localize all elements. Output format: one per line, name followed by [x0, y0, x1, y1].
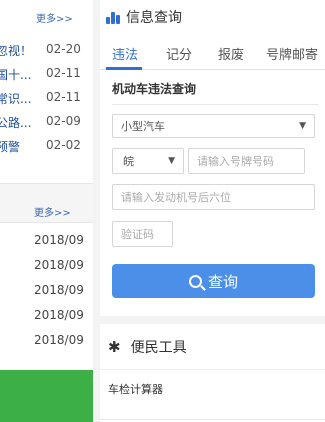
search-icon: [188, 274, 202, 288]
vehicle-type-select[interactable]: 小型汽车 ▼: [112, 114, 315, 138]
bar-chart-icon: [106, 10, 122, 24]
query-button-label: 查询: [207, 272, 238, 291]
panel-title: 信息查询: [126, 10, 182, 26]
notice-date: 2018/09: [34, 308, 84, 322]
news-date: 02-11: [46, 90, 81, 104]
news-date: 02-02: [46, 138, 81, 152]
form-title: 机动车违法查询: [112, 82, 197, 96]
news-date: 02-11: [46, 66, 81, 80]
news-item[interactable]: 预警 02-02: [0, 134, 93, 158]
page: 更多>> 忽视！ 02-20 国十... 02-11 常识... 02-11 公…: [0, 0, 325, 422]
chevron-down-icon: ▼: [168, 156, 175, 166]
news-title[interactable]: 国十...: [0, 66, 31, 83]
more-link-notices[interactable]: 更多>>: [34, 204, 71, 219]
tools-header: ✱ 便民工具: [100, 324, 325, 370]
tab-violation[interactable]: 违法: [112, 44, 138, 63]
notice-list: 2018/09 2018/09 2018/09 2018/09 2018/09: [0, 230, 93, 355]
tools-panel: ✱ 便民工具 车检计算器: [100, 324, 325, 422]
notice-date: 2018/09: [34, 333, 84, 347]
news-item[interactable]: 国十... 02-11: [0, 62, 93, 86]
news-title[interactable]: 忽视！: [0, 42, 32, 59]
news-list: 忽视！ 02-20 国十... 02-11 常识... 02-11 公路... …: [0, 38, 93, 158]
news-title[interactable]: 预警: [0, 138, 20, 155]
plate-number-placeholder: 请输入号牌号码: [197, 155, 274, 168]
query-button[interactable]: 查询: [112, 264, 315, 298]
green-banner[interactable]: [0, 370, 93, 422]
divider: [100, 419, 325, 420]
news-item[interactable]: 常识... 02-11: [0, 86, 93, 110]
news-title[interactable]: 常识...: [0, 90, 31, 107]
more-link-news[interactable]: 更多>>: [36, 10, 73, 25]
query-tabs: 违法 记分 报废 号牌邮寄: [100, 34, 325, 70]
province-select[interactable]: 皖 ▼: [112, 148, 184, 174]
info-query-panel: 信息查询 违法 记分 报废 号牌邮寄 机动车违法查询 小型汽车 ▼ 皖 ▼ 请输…: [100, 0, 325, 316]
section-header: 更多>>: [0, 183, 93, 223]
tool-item-inspection-calculator[interactable]: 车检计算器: [100, 370, 325, 397]
news-title[interactable]: 公路...: [0, 114, 31, 131]
engine-number-input[interactable]: 请输入发动机号后六位: [112, 184, 315, 210]
notice-date: 2018/09: [34, 258, 84, 272]
tab-scrap[interactable]: 报废: [218, 44, 244, 63]
news-item[interactable]: 忽视！ 02-20: [0, 38, 93, 62]
captcha-input[interactable]: 验证码: [112, 221, 173, 247]
news-item[interactable]: 公路... 02-09: [0, 110, 93, 134]
notice-date: 2018/09: [34, 283, 84, 297]
province-value: 皖: [123, 155, 134, 168]
vehicle-type-value: 小型汽车: [121, 120, 165, 133]
tools-title: 便民工具: [130, 339, 187, 356]
engine-number-placeholder: 请输入发动机号后六位: [121, 191, 231, 204]
captcha-placeholder: 验证码: [121, 228, 154, 241]
plate-number-input[interactable]: 请输入号牌号码: [188, 148, 305, 174]
chevron-down-icon: ▼: [299, 121, 306, 131]
tab-points[interactable]: 记分: [166, 44, 192, 63]
tab-plate-mail[interactable]: 号牌邮寄: [266, 44, 318, 63]
panel-header: 信息查询: [100, 0, 325, 34]
news-date: 02-09: [46, 114, 81, 128]
asterisk-icon: ✱: [108, 337, 121, 356]
active-tab-indicator: [106, 67, 142, 70]
divider: [112, 104, 319, 105]
notice-date: 2018/09: [34, 233, 84, 247]
news-date: 02-20: [46, 42, 81, 56]
news-column: 更多>> 忽视！ 02-20 国十... 02-11 常识... 02-11 公…: [0, 0, 93, 422]
